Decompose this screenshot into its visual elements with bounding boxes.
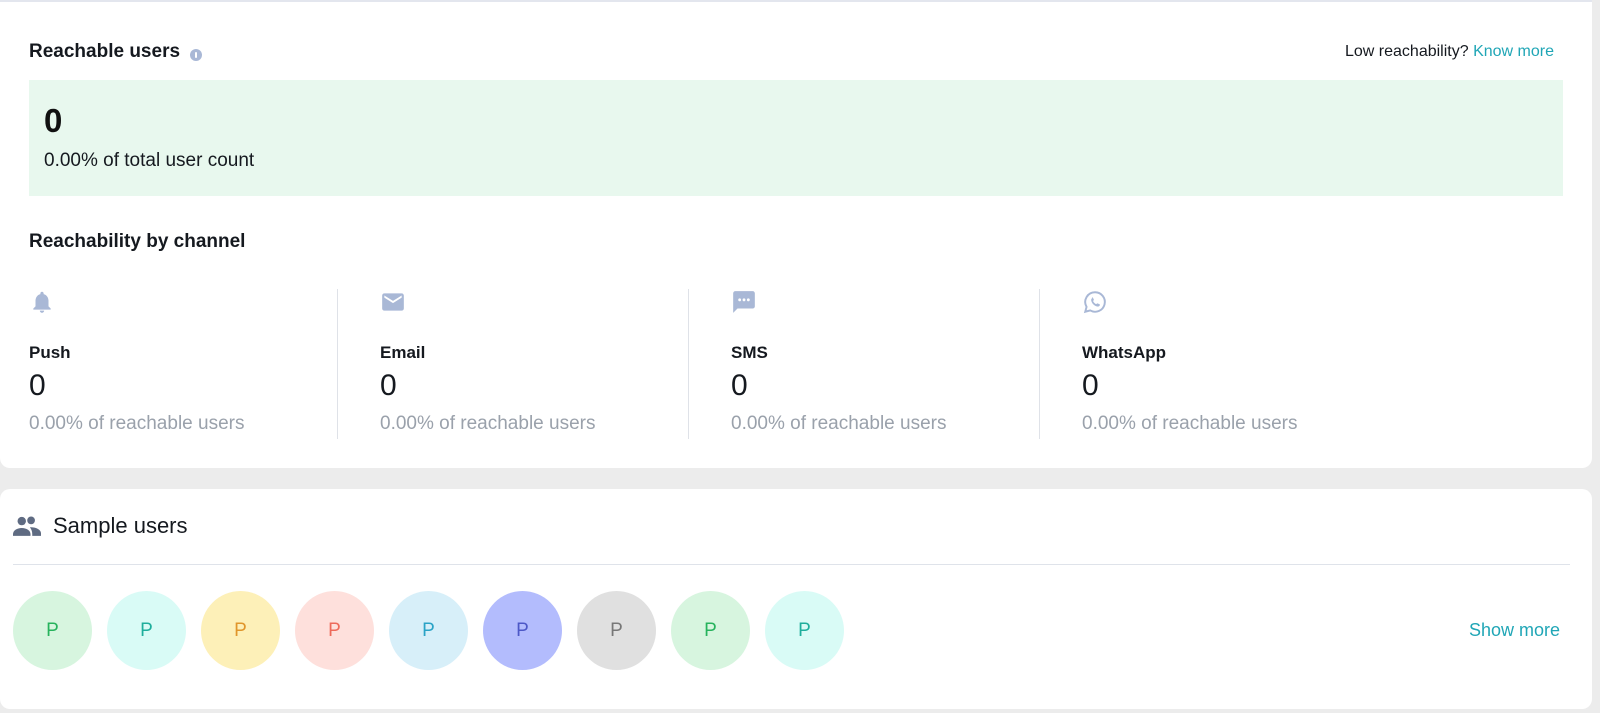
reachable-count: 0 (44, 102, 63, 139)
avatar[interactable]: P (671, 591, 750, 670)
channel-whatsapp: WhatsApp 0 0.00% of reachable users (1082, 289, 1382, 439)
sample-users-title: Sample users (53, 513, 188, 538)
channel-percentage: 0.00% of reachable users (380, 413, 596, 434)
mail-icon (382, 293, 404, 311)
reachable-users-card: Reachable users Low reachability? Know m… (0, 0, 1592, 468)
avatar[interactable]: P (107, 591, 186, 670)
reachable-summary-box: 0 0.00% of total user count (29, 80, 1563, 196)
avatar[interactable]: P (201, 591, 280, 670)
sample-users-header: Sample users (13, 511, 188, 541)
channel-sms: SMS 0 0.00% of reachable users (731, 289, 1031, 439)
channel-name: SMS (731, 343, 768, 362)
know-more-link[interactable]: Know more (1473, 43, 1554, 60)
reachability-by-channel-title: Reachability by channel (29, 231, 246, 252)
reachable-total-percentage: 0.00% of total user count (44, 150, 255, 171)
avatar[interactable]: P (389, 591, 468, 670)
avatar[interactable]: P (765, 591, 844, 670)
avatar[interactable]: P (577, 591, 656, 670)
channel-percentage: 0.00% of reachable users (29, 413, 245, 434)
low-reachability-label: Low reachability? (1345, 43, 1469, 60)
channel-name: Push (29, 343, 71, 362)
channel-count: 0 (731, 369, 748, 402)
divider (13, 564, 1570, 565)
sample-users-card: Sample users PPPPPPPPP Show more (0, 489, 1592, 709)
show-more-link[interactable]: Show more (1469, 620, 1560, 641)
avatar-list: PPPPPPPPP (13, 591, 844, 670)
users-icon (13, 516, 41, 536)
whatsapp-icon (1083, 291, 1106, 314)
channel-email: Email 0 0.00% of reachable users (380, 289, 680, 439)
channel-name: WhatsApp (1082, 343, 1167, 362)
channel-count: 0 (29, 369, 46, 402)
channel-percentage: 0.00% of reachable users (1082, 413, 1298, 434)
reachable-users-header: Reachable users Low reachability? Know m… (29, 40, 1554, 64)
channel-push: Push 0 0.00% of reachable users (29, 289, 329, 439)
channel-count: 0 (380, 369, 397, 402)
divider (1039, 289, 1040, 439)
bell-icon (33, 291, 51, 313)
divider (337, 289, 338, 439)
avatar[interactable]: P (295, 591, 374, 670)
info-icon[interactable] (190, 49, 203, 61)
channel-count: 0 (1082, 369, 1099, 402)
reachable-users-title: Reachable users (29, 41, 181, 62)
channel-percentage: 0.00% of reachable users (731, 413, 947, 434)
channel-name: Email (380, 343, 426, 362)
avatar[interactable]: P (483, 591, 562, 670)
chat-icon (733, 291, 755, 313)
divider (688, 289, 689, 439)
avatar[interactable]: P (13, 591, 92, 670)
